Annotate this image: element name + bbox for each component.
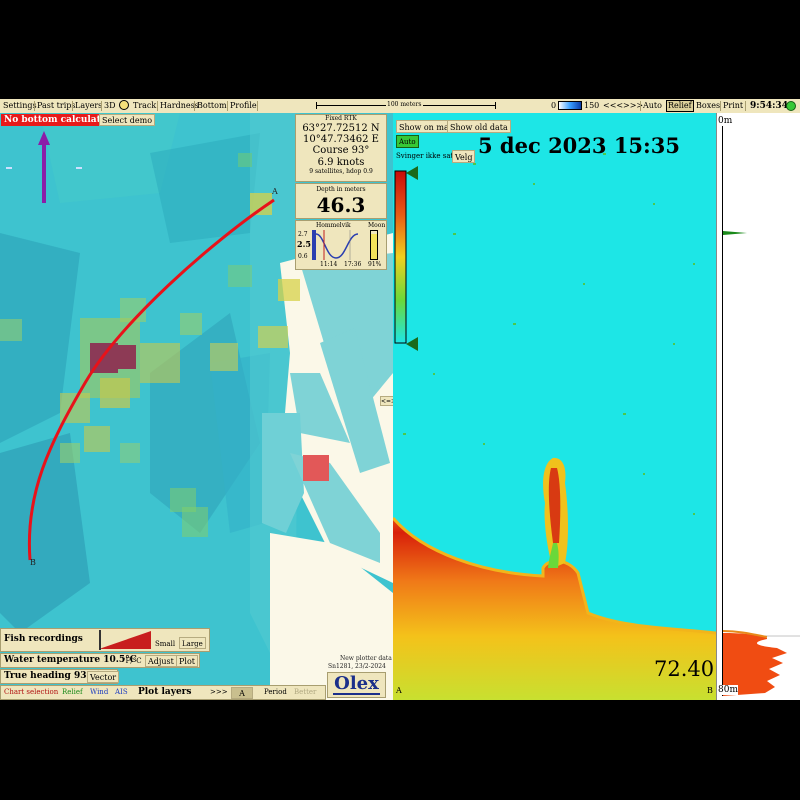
gps-latitude: 63°27.72512 N [302, 123, 380, 134]
select-demo-button[interactable]: Select demo [99, 114, 156, 126]
toolbar-print[interactable]: Print [723, 100, 743, 112]
tide-curve [312, 230, 359, 260]
water-temp-panel: Water temperature 10.5°C °F/°C Adjust Pl… [0, 653, 200, 668]
track-circle-icon[interactable] [119, 100, 129, 110]
gps-course: Course 93° [312, 145, 370, 156]
toolbar-3d[interactable]: 3D [104, 100, 116, 112]
heading-panel: True heading 93.0° Vector [0, 669, 120, 684]
fish-large-button[interactable]: Large [179, 637, 206, 649]
toolbar-boxes[interactable]: Boxes [696, 100, 720, 112]
depth-box: Depth in meters 46.3 [295, 183, 387, 219]
tide-box: Hommelvik Moon 2.7 2.5 0.6 11:14 17:36 9… [295, 220, 387, 270]
tab-ais[interactable]: AIS [115, 688, 128, 696]
echogram[interactable] [393, 113, 716, 700]
olex-logo-text: Olex [334, 673, 379, 694]
echo-auto-button[interactable]: Auto [396, 135, 419, 148]
tab-wind[interactable]: Wind [90, 688, 108, 696]
tide-min: 0.6 [298, 253, 308, 260]
depth-bottom-label: 80m [718, 685, 738, 695]
track-point-a: A [272, 187, 278, 196]
echo-corner-a: A [396, 686, 402, 695]
clock: 9:54:34 [750, 101, 788, 111]
moon-icon [370, 230, 378, 260]
adjust-button[interactable]: Adjust [145, 655, 177, 667]
plot-button[interactable]: Plot [176, 655, 198, 667]
toolbar-bottom[interactable]: Bottom [197, 100, 227, 112]
gps-satellites: 9 satellites, hdop 0.9 [309, 168, 373, 175]
better-button[interactable]: Better [294, 688, 316, 696]
gps-info-box: Fixed RTK 63°27.72512 N 10°47.73462 E Co… [295, 114, 387, 182]
depth-profile-graph [722, 231, 800, 696]
gps-speed: 6.9 knots [317, 157, 365, 168]
scale-bar-tick-right [495, 102, 496, 109]
moon-percent: 91% [368, 261, 382, 268]
plotter-note-1: New plotter data [340, 655, 392, 662]
toolbar-past-trips[interactable]: Past trips [37, 100, 75, 112]
depth-scale-max: 150 [584, 101, 600, 110]
echo-depth-reading: 72.40 [654, 657, 715, 681]
choose-transducer-button[interactable]: Velg [452, 150, 476, 163]
olex-logo[interactable]: Olex [327, 672, 386, 698]
tide-time-2: 17:36 [344, 261, 362, 268]
tab-relief[interactable]: Relief [62, 688, 83, 696]
gps-source: Fixed RTK [325, 115, 357, 122]
fish-recordings-panel: Fish recordings Small Large [0, 628, 210, 652]
true-heading-label: True heading 93.0° [4, 671, 101, 681]
gps-longitude: 10°47.73462 E [303, 134, 379, 145]
period-button[interactable]: Period [264, 688, 287, 696]
tab-chart-selection[interactable]: Chart selection [4, 688, 58, 696]
bottom-tabs-bar: Chart selection Relief Wind AIS Plot lay… [0, 685, 326, 700]
toolbar-relief[interactable]: Relief [666, 100, 694, 112]
tide-time-1: 11:14 [320, 261, 338, 268]
depth-scale-gradient[interactable] [558, 101, 582, 110]
layer-a-button[interactable]: A [231, 687, 253, 699]
track-point-b: B [30, 558, 36, 567]
vector-button[interactable]: Vector [87, 671, 120, 683]
fish-recordings-label: Fish recordings [4, 634, 83, 644]
toolbar-track[interactable]: Track [133, 100, 156, 112]
gps-status-icon [786, 101, 796, 111]
tide-max: 2.7 [298, 231, 308, 238]
plotter-note-2: Sn1281, 23/2-2024 [328, 663, 386, 670]
depth-value: 46.3 [316, 193, 366, 217]
toolbar-auto[interactable]: Auto [643, 100, 662, 112]
depth-top-label: 0m [718, 116, 733, 126]
water-temp-label: Water temperature 10.5°C [4, 655, 137, 665]
transducer-label: Svinger ikke satt [396, 152, 457, 160]
tide-current: 2.5 [297, 239, 311, 249]
layer-nav-button[interactable]: >>> [210, 688, 228, 696]
unit-toggle[interactable]: °F/°C [122, 657, 142, 665]
plot-layers-label: Plot layers [138, 687, 192, 697]
toolbar-settings[interactable]: Settings [3, 100, 37, 112]
echo-date: 5 dec 2023 15:35 [478, 133, 681, 158]
fish-size-slider[interactable] [93, 629, 153, 651]
echo-corner-b: B [707, 686, 713, 695]
scale-bar-label: 100 meters [386, 101, 423, 108]
tide-location: Hommelvik [316, 222, 351, 229]
scale-bar-tick-left [316, 102, 317, 109]
toolbar-layers[interactable]: Layers [75, 100, 102, 112]
moon-label: Moon [368, 222, 386, 229]
fish-small-label: Small [155, 640, 176, 648]
toolbar-profile[interactable]: Profile [230, 100, 257, 112]
depth-scale-min: 0 [551, 101, 557, 110]
nav-back-button[interactable]: <<< [603, 100, 623, 112]
toolbar-hardness[interactable]: Hardness [160, 100, 199, 112]
show-old-data-button[interactable]: Show old data [447, 120, 511, 133]
